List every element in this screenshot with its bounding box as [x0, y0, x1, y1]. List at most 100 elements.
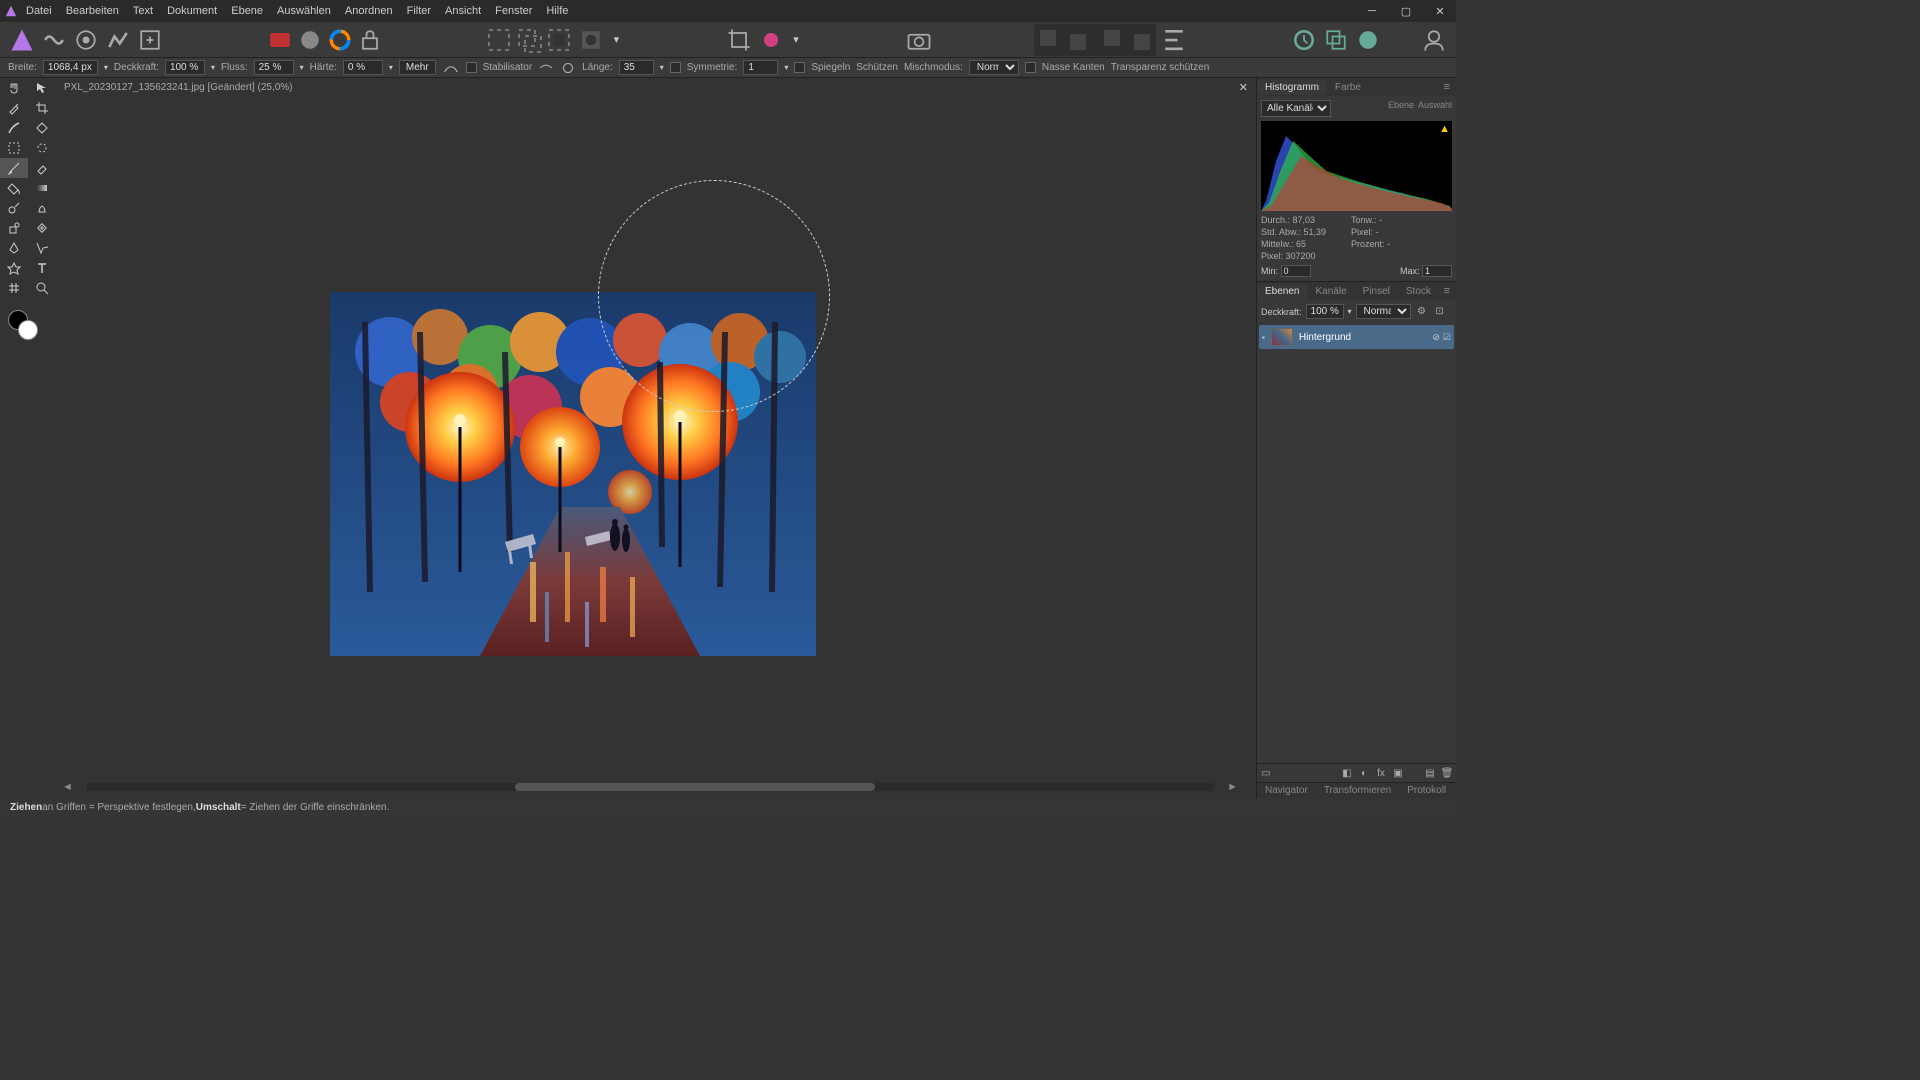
document-tab[interactable]: PXL_20230127_135623241.jpg [Geändert] (2… — [56, 80, 301, 95]
histogram-ebene-button[interactable]: Ebene — [1388, 100, 1414, 110]
rope-icon[interactable] — [538, 61, 554, 75]
menu-auswaehlen[interactable]: Auswählen — [277, 5, 331, 17]
clone-tool-icon[interactable] — [0, 218, 28, 238]
paint-brush-tool-icon[interactable] — [0, 158, 28, 178]
layer-link-icon[interactable]: ⊘ — [1432, 332, 1440, 343]
assistant-dropdown-icon[interactable]: ▾ — [789, 26, 803, 54]
transformieren-tab[interactable]: Transformieren — [1316, 783, 1399, 798]
camera-icon[interactable] — [905, 26, 933, 54]
symmetrie-checkbox[interactable] — [670, 62, 681, 73]
window-stabilizer-icon[interactable] — [560, 61, 576, 75]
histogram-auswahl-button[interactable]: Auswahl — [1418, 100, 1452, 110]
color-swatches[interactable] — [0, 306, 56, 346]
stock-tab[interactable]: Stock — [1398, 284, 1439, 299]
assistant-icon[interactable] — [757, 26, 785, 54]
arrange-back-icon[interactable] — [1126, 26, 1154, 54]
crop-layer-icon[interactable]: ▣ — [1391, 766, 1405, 780]
select-new-icon[interactable] — [485, 26, 513, 54]
delete-layer-icon[interactable]: 🗑 — [1440, 766, 1454, 780]
freehand-select-icon[interactable] — [28, 138, 56, 158]
nasse-kanten-checkbox[interactable] — [1025, 62, 1036, 73]
color-wheel-icon[interactable] — [326, 26, 354, 54]
select-add-icon[interactable] — [515, 26, 543, 54]
layer-tag-icon[interactable]: ▭ — [1259, 766, 1273, 780]
cloud-icon[interactable] — [1354, 26, 1382, 54]
haerte-input[interactable] — [343, 60, 383, 75]
menu-anordnen[interactable]: Anordnen — [345, 5, 393, 17]
mischmodus-select[interactable]: Normal — [969, 60, 1019, 75]
mask-icon[interactable]: ◧ — [1340, 766, 1354, 780]
smudge-tool-icon[interactable] — [28, 198, 56, 218]
shape-tool-icon[interactable] — [0, 258, 28, 278]
pinsel-tab[interactable]: Pinsel — [1355, 284, 1398, 299]
move-tool-icon[interactable] — [28, 78, 56, 98]
crop-tool-icon[interactable] — [28, 98, 56, 118]
gradient-tool-icon[interactable] — [28, 178, 56, 198]
layer-name-label[interactable]: Hintergrund — [1299, 332, 1427, 343]
navigator-tab[interactable]: Navigator — [1257, 783, 1316, 798]
liquify-persona-icon[interactable] — [40, 26, 68, 54]
menu-fenster[interactable]: Fenster — [495, 5, 532, 17]
fx-icon[interactable]: fx — [1374, 766, 1388, 780]
stabilisator-checkbox[interactable] — [466, 62, 477, 73]
spiegeln-checkbox[interactable] — [794, 62, 805, 73]
protokoll-tab[interactable]: Protokoll — [1399, 783, 1454, 798]
color-picker-tool-icon[interactable] — [0, 98, 28, 118]
layer-thumbnail[interactable] — [1271, 328, 1293, 346]
arrange-forward-icon[interactable] — [1066, 26, 1094, 54]
menu-bearbeiten[interactable]: Bearbeiten — [66, 5, 119, 17]
rgb-swatch-icon[interactable] — [266, 26, 294, 54]
ebenen-tab[interactable]: Ebenen — [1257, 284, 1307, 299]
panel-menu-icon[interactable]: ≡ — [1444, 81, 1456, 93]
force-pressure-icon[interactable] — [442, 61, 460, 75]
symmetrie-input[interactable] — [743, 60, 778, 75]
mehr-button[interactable]: Mehr — [399, 60, 436, 75]
arrange-front-icon[interactable] — [1036, 26, 1064, 54]
transparenz-label[interactable]: Transparenz schützen — [1111, 62, 1210, 73]
farbe-tab[interactable]: Farbe — [1327, 80, 1369, 95]
menu-hilfe[interactable]: Hilfe — [546, 5, 568, 17]
menu-filter[interactable]: Filter — [407, 5, 431, 17]
crop-icon[interactable] — [725, 26, 753, 54]
develop-persona-icon[interactable] — [72, 26, 100, 54]
align-icon[interactable] — [1160, 26, 1188, 54]
laenge-input[interactable] — [619, 60, 654, 75]
breite-input[interactable] — [43, 60, 98, 75]
add-layer-icon[interactable]: ▤ — [1423, 766, 1437, 780]
canvas-horizontal-scrollbar[interactable]: ◄ ► — [58, 780, 1242, 794]
histogram-min-input[interactable] — [1281, 265, 1311, 277]
quickmask-dropdown-icon[interactable]: ▾ — [609, 26, 623, 54]
duplicate-icon[interactable] — [1322, 26, 1350, 54]
kanaele-tab[interactable]: Kanäle — [1307, 284, 1354, 299]
marquee-tool-icon[interactable] — [0, 138, 28, 158]
canvas-image[interactable] — [330, 292, 816, 656]
deckkraft-input[interactable] — [165, 60, 205, 75]
adjustment-icon[interactable]: ◐ — [1357, 766, 1371, 780]
tone-map-persona-icon[interactable] — [104, 26, 132, 54]
account-icon[interactable] — [1420, 26, 1448, 54]
layer-blend-select[interactable]: Normal — [1356, 304, 1411, 319]
mesh-tool-icon[interactable] — [0, 278, 28, 298]
histogram-channel-select[interactable]: Alle Kanäle — [1261, 100, 1331, 117]
hscroll-thumb[interactable] — [515, 783, 875, 791]
fluss-input[interactable] — [254, 60, 294, 75]
export-persona-icon[interactable] — [136, 26, 164, 54]
arrange-backward-icon[interactable] — [1096, 26, 1124, 54]
layer-opacity-input[interactable] — [1306, 304, 1344, 319]
close-button[interactable]: ✕ — [1428, 3, 1452, 19]
select-subtract-icon[interactable] — [545, 26, 573, 54]
text-tool-icon[interactable] — [28, 258, 56, 278]
layers-panel-menu-icon[interactable]: ≡ — [1444, 285, 1456, 297]
menu-datei[interactable]: Datei — [26, 5, 52, 17]
dodge-tool-icon[interactable] — [0, 198, 28, 218]
healing-tool-icon[interactable] — [28, 218, 56, 238]
menu-text[interactable]: Text — [133, 5, 153, 17]
lock-icon[interactable] — [356, 26, 384, 54]
menu-ansicht[interactable]: Ansicht — [445, 5, 481, 17]
erase-tool-icon[interactable] — [28, 158, 56, 178]
zoom-tool-icon[interactable] — [28, 278, 56, 298]
photo-persona-icon[interactable] — [8, 26, 36, 54]
hand-tool-icon[interactable] — [0, 78, 28, 98]
layer-settings-icon[interactable]: ⚙ — [1415, 305, 1429, 319]
layer-row[interactable]: ▪ Hintergrund ⊘ ☑ — [1259, 325, 1454, 349]
